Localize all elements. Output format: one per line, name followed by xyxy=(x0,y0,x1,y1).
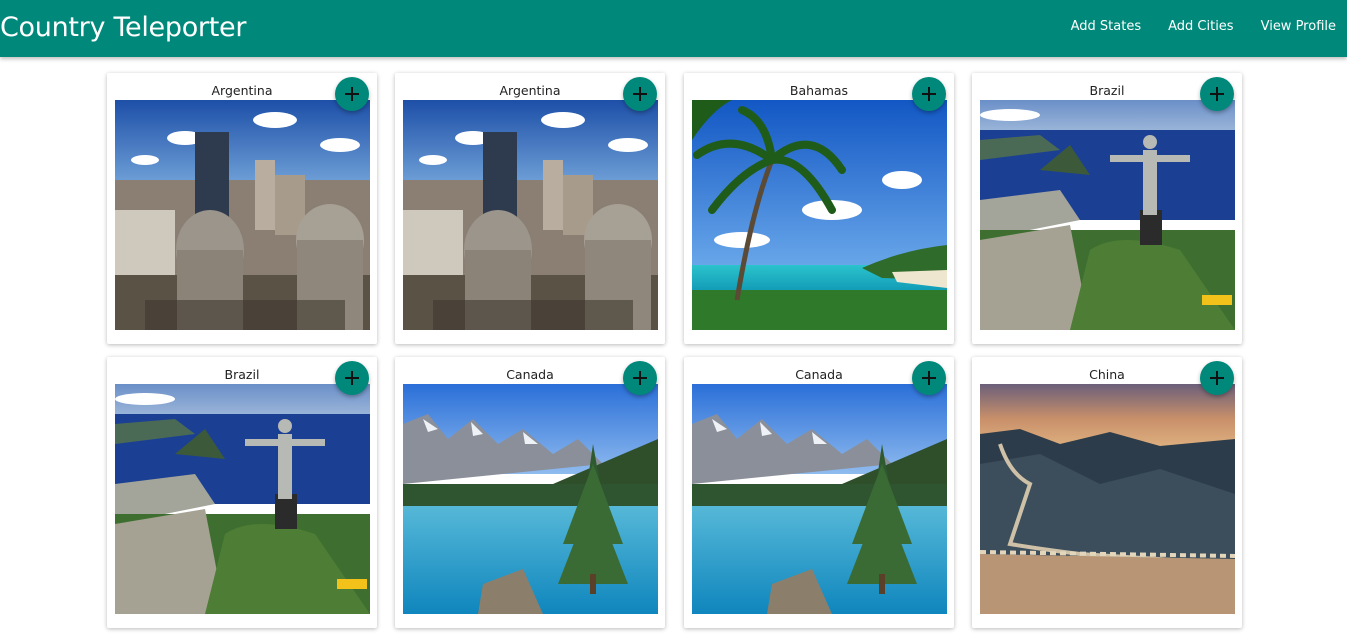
plus-icon xyxy=(922,87,936,101)
add-button[interactable] xyxy=(335,361,369,395)
add-button[interactable] xyxy=(623,361,657,395)
add-button[interactable] xyxy=(912,361,946,395)
add-button[interactable] xyxy=(335,77,369,111)
plus-icon xyxy=(633,87,647,101)
country-card[interactable]: Bahamas xyxy=(684,73,954,344)
country-card[interactable]: Brazil xyxy=(107,357,377,628)
nav-add-cities-link[interactable]: Add Cities xyxy=(1168,19,1233,34)
nav-links: Add States Add Cities View Profile xyxy=(1071,19,1336,34)
plus-icon xyxy=(1210,87,1224,101)
add-button[interactable] xyxy=(912,77,946,111)
add-button[interactable] xyxy=(1200,361,1234,395)
top-navbar: Country Teleporter Add States Add Cities… xyxy=(0,0,1347,57)
country-photo xyxy=(115,384,370,614)
plus-icon xyxy=(922,371,936,385)
add-button[interactable] xyxy=(1200,77,1234,111)
plus-icon xyxy=(1210,371,1224,385)
country-photo xyxy=(115,100,370,330)
country-card[interactable]: China xyxy=(972,357,1242,628)
country-photo xyxy=(403,384,658,614)
plus-icon xyxy=(345,87,359,101)
nav-view-profile-link[interactable]: View Profile xyxy=(1261,19,1336,34)
add-button[interactable] xyxy=(623,77,657,111)
country-photo xyxy=(692,384,947,614)
country-photo xyxy=(980,384,1235,614)
plus-icon xyxy=(633,371,647,385)
country-card[interactable]: Argentina xyxy=(107,73,377,344)
country-photo xyxy=(980,100,1235,330)
nav-add-states-link[interactable]: Add States xyxy=(1071,19,1141,34)
country-card[interactable]: Canada xyxy=(684,357,954,628)
country-card[interactable]: Brazil xyxy=(972,73,1242,344)
country-photo xyxy=(403,100,658,330)
plus-icon xyxy=(345,371,359,385)
country-card[interactable]: Argentina xyxy=(395,73,665,344)
app-title[interactable]: Country Teleporter xyxy=(0,12,246,43)
country-photo xyxy=(692,100,947,330)
country-card[interactable]: Canada xyxy=(395,357,665,628)
